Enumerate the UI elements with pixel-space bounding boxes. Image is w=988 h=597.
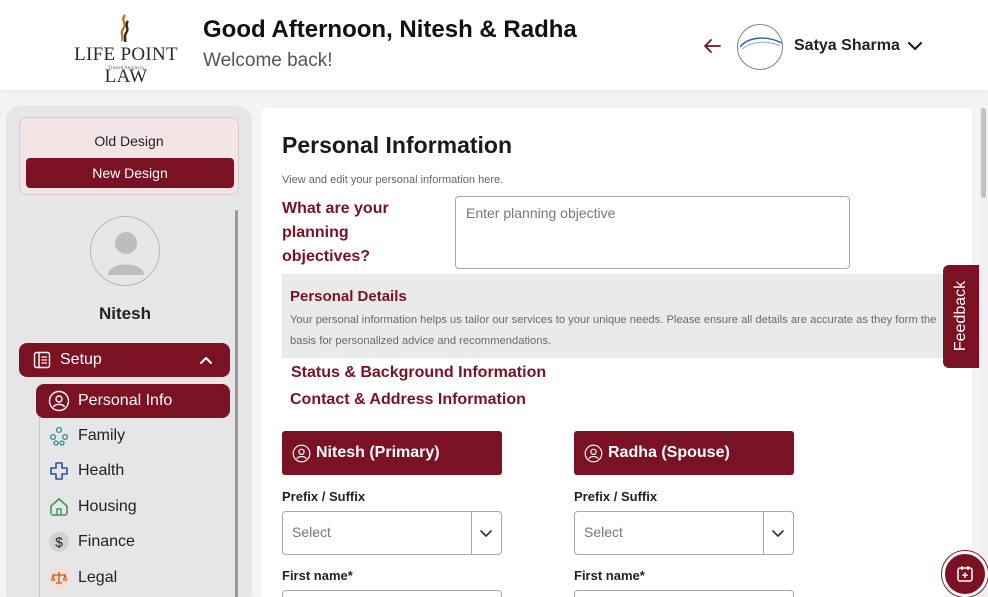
spouse-person-header[interactable]: Radha (Spouse) (574, 431, 794, 475)
profile-name: Nitesh (99, 304, 151, 323)
sidebar-item-label: Finance (78, 533, 135, 550)
brand-logo[interactable]: LIFE POINT LAW Trusted Attorneys (56, 14, 196, 87)
personal-details-text: Your personal information helps us tailo… (290, 314, 937, 347)
sidebar-item-label: Personal Info (78, 392, 173, 409)
user-avatar[interactable] (737, 24, 783, 70)
main-panel: Personal Information View and edit your … (261, 108, 972, 597)
chevron-down-icon[interactable] (906, 38, 924, 54)
setup-section-toggle[interactable]: Setup (19, 343, 230, 377)
sidebar-item-label: Health (78, 462, 125, 479)
primary-person-header[interactable]: Nitesh (Primary) (282, 431, 502, 475)
calendar-add-icon (957, 566, 973, 582)
user-name[interactable]: Satya Sharma (794, 37, 900, 55)
design-switcher: Old Design New Design (19, 117, 239, 195)
spouse-prefix-label: Prefix / Suffix (574, 489, 658, 504)
select-value: Select (292, 524, 331, 540)
avatar-image-icon (739, 37, 782, 50)
health-cross-icon (50, 462, 68, 480)
status-background-link[interactable]: Status & Background Information (291, 364, 546, 382)
sidebar: Old Design New Design Nitesh Setup Perso… (6, 106, 252, 597)
spouse-first-name-label: First name* (574, 568, 645, 583)
select-divider (763, 512, 764, 554)
sidebar-item-health[interactable]: Health (36, 454, 230, 488)
setup-label: Setup (60, 351, 102, 368)
app-header: LIFE POINT LAW Trusted Attorneys Good Af… (0, 0, 988, 90)
profile-avatar (90, 216, 160, 286)
chevron-up-icon (200, 357, 212, 364)
old-design-button[interactable]: Old Design (20, 133, 238, 149)
scales-icon (49, 568, 69, 588)
scrollbar-thumb[interactable] (981, 108, 986, 198)
user-circle-icon (584, 444, 603, 463)
person-silhouette-icon (108, 232, 144, 275)
primary-prefix-select[interactable]: Select (282, 511, 502, 555)
objective-question: What are your planning objectives? (282, 200, 389, 265)
primary-first-name-label: First name* (282, 568, 353, 583)
dollar-icon: $ (49, 532, 69, 552)
sidebar-item-personal-info[interactable]: Personal Info (36, 384, 230, 418)
user-circle-icon (292, 444, 311, 463)
new-design-button[interactable]: New Design (26, 158, 234, 188)
sidebar-item-label: Housing (78, 498, 137, 515)
sidebar-item-legal[interactable]: Legal (36, 561, 230, 595)
primary-first-name-input[interactable] (282, 590, 502, 597)
page-subtitle: View and edit your personal information … (282, 174, 504, 186)
calendar-fab-button[interactable] (942, 551, 988, 597)
personal-details-title: Personal Details (290, 288, 407, 305)
contact-address-link[interactable]: Contact & Address Information (290, 391, 526, 409)
select-value: Select (584, 524, 623, 540)
sidebar-item-family[interactable]: Family (36, 419, 230, 453)
personal-details-band: Personal Details Your personal informati… (282, 274, 972, 358)
sidebar-item-label: Legal (78, 569, 118, 586)
page-title: Personal Information (282, 132, 513, 158)
brand-tagline: Trusted Attorneys (108, 66, 144, 71)
chevron-down-icon (480, 530, 492, 537)
home-icon (50, 498, 68, 516)
planning-objective-input[interactable] (455, 196, 850, 269)
setup-book-icon (33, 351, 51, 369)
feedback-tab[interactable]: Feedback (943, 265, 979, 368)
spouse-person-name: Radha (Spouse) (608, 444, 730, 461)
greeting-title: Good Afternoon, Nitesh & Radha (203, 16, 577, 43)
primary-person-name: Nitesh (Primary) (316, 444, 440, 461)
sidebar-item-label: Family (78, 427, 126, 444)
primary-prefix-label: Prefix / Suffix (282, 489, 366, 504)
select-divider (471, 512, 472, 554)
family-tree-icon (49, 426, 69, 446)
sidebar-item-housing[interactable]: Housing (36, 490, 230, 524)
chevron-down-icon (772, 530, 784, 537)
sidebar-scrollbar[interactable] (235, 210, 238, 597)
sidebar-item-finance[interactable]: $ Finance (36, 525, 230, 559)
feedback-label: Feedback (952, 280, 969, 352)
welcome-text: Welcome back! (203, 50, 333, 71)
back-arrow-icon[interactable] (700, 34, 724, 58)
spouse-first-name-input[interactable] (574, 590, 794, 597)
page-scrollbar[interactable] (979, 108, 988, 597)
logo-flame-icon (120, 14, 130, 43)
spouse-prefix-select[interactable]: Select (574, 511, 794, 555)
user-circle-icon (48, 390, 70, 412)
svg-text:$: $ (55, 534, 63, 550)
